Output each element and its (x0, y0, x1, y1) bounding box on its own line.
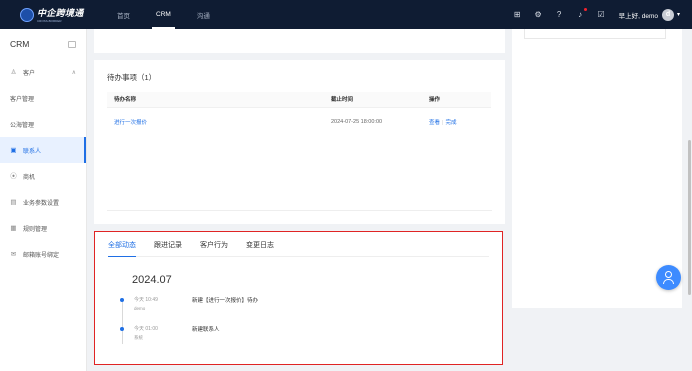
sidebar-item-mailbox-binding[interactable]: ✉ 邮箱账号绑定 (0, 241, 86, 267)
timeline-text: 新建【进行一次报价】待办 (192, 298, 259, 304)
tab-follow-up[interactable]: 跟进记录 (154, 240, 182, 256)
rules-icon: ▦ (10, 224, 17, 232)
timeline-time: 今天 10:49 (134, 297, 158, 303)
bell-icon[interactable]: ♪ (576, 8, 587, 19)
todo-name-link[interactable]: 进行一次报价 (107, 107, 324, 137)
column-header: 操作 (422, 92, 491, 108)
timeline-period: 2024.07 (132, 274, 172, 286)
sidebar-item-customer-management[interactable]: 客户管理 (0, 85, 86, 111)
activity-card: 全部动态 跟进记录 客户行为 变更日志 2024.07 今天 10:49 dem… (94, 231, 503, 365)
divider (107, 210, 492, 211)
sidebar-item-business-settings[interactable]: ▤ 业务参数设置 ∨ (0, 189, 86, 215)
notification-dot (583, 8, 587, 11)
settings-doc-icon: ▤ (10, 198, 17, 206)
timeline-item: 今天 01:00 系统 新建联系人 (120, 325, 489, 354)
top-navbar: 中企跨境通 CROSS-BORDER 首页 CRM 沟通 ⊞ ⚙ ? ♪ ☑ 早… (0, 0, 692, 29)
todo-actions: 查看 | 完成 (422, 107, 491, 137)
details-card (94, 29, 505, 53)
logo-globe-icon (20, 7, 34, 22)
nav-crm[interactable]: CRM (143, 0, 184, 29)
mail-icon: ✉ (10, 250, 17, 258)
tab-customer-behavior[interactable]: 客户行为 (200, 240, 228, 256)
right-panel (512, 29, 682, 308)
column-header: 截止时间 (324, 92, 422, 108)
top-nav: 首页 CRM 沟通 (104, 0, 223, 29)
sidebar-item-public-pool[interactable]: 公海管理 (0, 111, 86, 137)
help-icon[interactable]: ? (555, 10, 564, 19)
sidebar: CRM ♙ 客户 ∧ 客户管理 公海管理 ▣ 联系人 ⦿ 商机 ▤ 业务参数设置… (0, 29, 87, 371)
customer-service-button[interactable] (656, 265, 681, 290)
timeline-dot (120, 327, 124, 331)
brand-name: 中企跨境通 (37, 8, 84, 18)
chevron-down-icon: ∨ (35, 199, 40, 206)
sidebar-item-rules[interactable]: ▦ 规则管理 (0, 215, 86, 241)
chevron-up-icon: ∧ (71, 69, 76, 76)
complete-button[interactable]: 完成 (445, 120, 456, 126)
tab-change-log[interactable]: 变更日志 (246, 240, 274, 256)
divider: | (442, 120, 444, 127)
timeline-user: demo (134, 306, 146, 311)
scrollbar[interactable] (688, 140, 691, 295)
collapse-sidebar-icon[interactable] (68, 40, 76, 48)
checkbox-icon[interactable]: ☑ (597, 10, 606, 19)
timeline-user: 系统 (134, 335, 143, 340)
nav-communication[interactable]: 沟通 (184, 0, 223, 29)
gear-icon[interactable]: ⚙ (534, 10, 543, 19)
timeline-dot (120, 298, 124, 302)
sidebar-item-customer[interactable]: ♙ 客户 ∧ (0, 59, 86, 85)
support-agent-icon (665, 271, 672, 278)
sidebar-item-opportunity[interactable]: ⦿ 商机 (0, 163, 86, 189)
expand-icon[interactable]: ⊞ (513, 10, 522, 19)
todo-table: 待办名称 截止时间 操作 进行一次报价 2024-07-25 18:00:00 … (107, 92, 491, 137)
right-panel-box (524, 29, 666, 39)
activity-timeline: 今天 10:49 demo 新建【进行一次报价】待办 今天 01:00 系统 新… (120, 296, 489, 354)
view-button[interactable]: 查看 (429, 120, 440, 126)
activity-tabs: 全部动态 跟进记录 客户行为 变更日志 (108, 232, 489, 257)
sidebar-header: CRM (0, 29, 86, 59)
greeting-text: 早上好, demo (618, 12, 658, 20)
user-icon: ♙ (10, 68, 17, 76)
tab-all-activity[interactable]: 全部动态 (108, 240, 136, 257)
todo-deadline: 2024-07-25 18:00:00 (331, 119, 383, 126)
table-header-row: 待办名称 截止时间 操作 (107, 92, 491, 108)
contact-card-icon: ▣ (10, 146, 17, 154)
sidebar-item-contacts[interactable]: ▣ 联系人 (0, 137, 86, 163)
header-actions: ⊞ ⚙ ? ♪ ☑ 早上好, demo d ▾ (501, 0, 680, 29)
table-row: 进行一次报价 2024-07-25 18:00:00 查看 | 完成 (107, 107, 491, 137)
todo-card: 待办事项（1） 待办名称 截止时间 操作 进行一次报价 2024-07-25 1… (94, 60, 505, 224)
timeline-text: 新建联系人 (192, 327, 220, 333)
location-icon: ⦿ (10, 172, 17, 180)
nav-home[interactable]: 首页 (104, 0, 143, 29)
timeline-item: 今天 10:49 demo 新建【进行一次报价】待办 (120, 296, 489, 325)
avatar[interactable]: d (661, 8, 674, 21)
chevron-down-icon[interactable]: ▾ (677, 11, 680, 18)
todo-title: 待办事项（1） (107, 73, 157, 82)
column-header: 待办名称 (107, 92, 324, 108)
brand-logo[interactable]: 中企跨境通 CROSS-BORDER (0, 0, 90, 29)
sidebar-title: CRM (10, 39, 30, 49)
timeline-time: 今天 01:00 (134, 326, 158, 332)
brand-sub: CROSS-BORDER (37, 19, 62, 23)
